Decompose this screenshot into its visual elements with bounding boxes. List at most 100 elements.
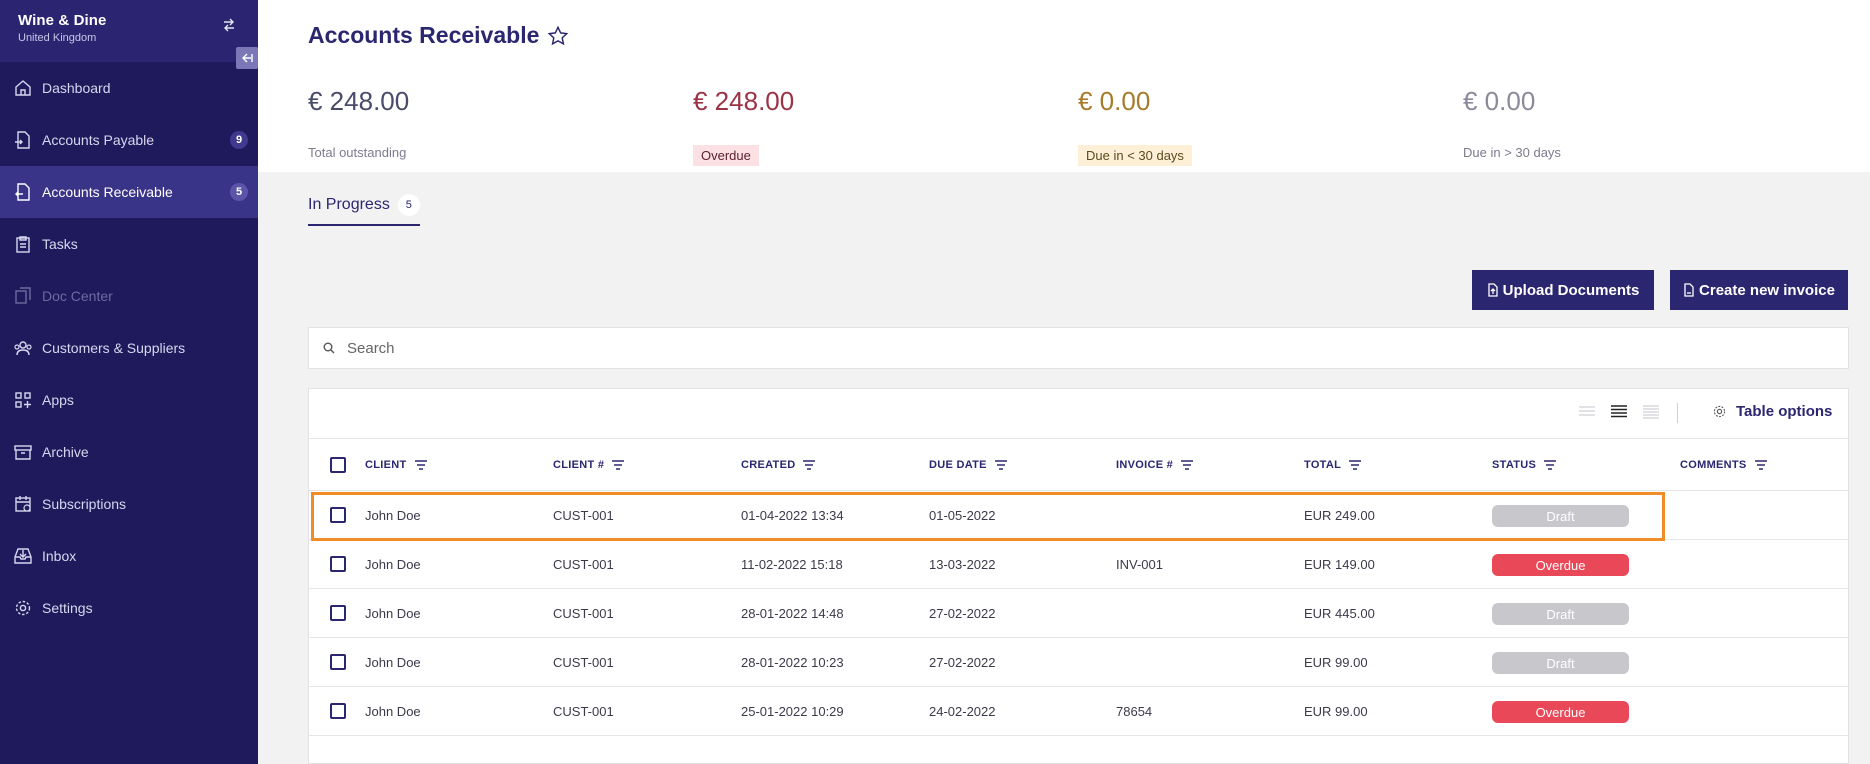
sidebar-item-subscriptions[interactable]: Subscriptions bbox=[0, 478, 258, 530]
kpi-due-under-30-days: € 0.00 Due in < 30 days bbox=[1078, 86, 1192, 166]
density-standard-icon[interactable] bbox=[1611, 405, 1627, 419]
row-checkbox[interactable] bbox=[330, 507, 346, 523]
table-options-label: Table options bbox=[1736, 403, 1833, 420]
density-comfortable-icon[interactable] bbox=[1643, 405, 1659, 419]
sidebar-item-label: Customers & Suppliers bbox=[42, 340, 186, 356]
archive-icon bbox=[14, 443, 32, 461]
client-number-cell: CUST-001 bbox=[553, 704, 614, 719]
sidebar-item-count-badge: 9 bbox=[230, 131, 248, 149]
table-body: John Doe CUST-001 01-04-2022 13:34 01-05-20… bbox=[309, 491, 1848, 736]
invoice-number-cell: INV-001 bbox=[1116, 557, 1163, 572]
created-cell: 28-01-2022 10:23 bbox=[741, 655, 844, 670]
column-header-client[interactable]: CLIENT bbox=[365, 459, 427, 471]
client-cell: John Doe bbox=[365, 655, 421, 670]
table-toolbar: Table options bbox=[309, 389, 1848, 439]
sidebar-item-apps[interactable]: Apps bbox=[0, 374, 258, 426]
select-all-checkbox[interactable] bbox=[330, 457, 346, 473]
column-header-label: CLIENT bbox=[365, 459, 407, 471]
filter-icon[interactable] bbox=[414, 460, 427, 470]
due-date-cell: 01-05-2022 bbox=[929, 508, 996, 523]
due-date-cell: 27-02-2022 bbox=[929, 655, 996, 670]
invoices-table: Table options CLIENT CLIENT # CREATED DUE D… bbox=[308, 388, 1849, 764]
created-cell: 25-01-2022 10:29 bbox=[741, 704, 844, 719]
column-header-invoice-number[interactable]: INVOICE # bbox=[1116, 459, 1194, 471]
row-checkbox[interactable] bbox=[330, 654, 346, 670]
sidebar-item-tasks[interactable]: Tasks bbox=[0, 218, 258, 270]
column-header-due-date[interactable]: DUE DATE bbox=[929, 459, 1007, 471]
total-cell: EUR 99.00 bbox=[1304, 704, 1368, 719]
filter-icon[interactable] bbox=[1754, 460, 1767, 470]
tab-in-progress[interactable]: In Progress 5 bbox=[308, 194, 420, 226]
row-checkbox[interactable] bbox=[330, 556, 346, 572]
row-checkbox[interactable] bbox=[330, 703, 346, 719]
table-row[interactable]: John Doe CUST-001 25-01-2022 10:29 24-02-20… bbox=[309, 687, 1848, 736]
upload-document-icon bbox=[1487, 283, 1499, 297]
kpi-amount: € 0.00 bbox=[1463, 86, 1536, 116]
search-input[interactable] bbox=[347, 339, 1747, 357]
table-row[interactable]: John Doe CUST-001 28-01-2022 14:48 27-02-20… bbox=[309, 589, 1848, 638]
filter-icon[interactable] bbox=[994, 460, 1007, 470]
create-new-invoice-button[interactable]: Create new invoice bbox=[1670, 270, 1848, 310]
column-header-status[interactable]: STATUS bbox=[1492, 459, 1557, 471]
sidebar-item-label: Accounts Payable bbox=[42, 132, 155, 148]
kpi-label: Due in > 30 days bbox=[1463, 145, 1561, 160]
table-row[interactable]: John Doe CUST-001 28-01-2022 10:23 27-02-20… bbox=[309, 638, 1848, 687]
kpi-label: Total outstanding bbox=[308, 145, 407, 160]
filter-icon[interactable] bbox=[1544, 460, 1557, 470]
tabs: In Progress 5 bbox=[308, 194, 420, 226]
column-header-label: TOTAL bbox=[1304, 459, 1342, 471]
apps-icon bbox=[14, 391, 32, 409]
home-icon bbox=[14, 79, 32, 97]
client-number-cell: CUST-001 bbox=[553, 606, 614, 621]
kpi-amount: € 0.00 bbox=[1078, 86, 1151, 116]
table-row[interactable]: John Doe CUST-001 01-04-2022 13:34 01-05-20… bbox=[309, 491, 1848, 540]
sidebar-item-accounts-receivable[interactable]: Accounts Receivable 5 bbox=[0, 166, 258, 218]
company-switcher[interactable]: Wine & Dine United Kingdom bbox=[0, 0, 258, 62]
created-cell: 11-02-2022 15:18 bbox=[741, 557, 843, 572]
column-header-created[interactable]: CREATED bbox=[741, 459, 816, 471]
table-options-button[interactable]: Table options bbox=[1713, 403, 1832, 420]
clipboard-icon bbox=[14, 235, 32, 253]
column-header-client-number[interactable]: CLIENT # bbox=[553, 459, 625, 471]
column-header-comments[interactable]: COMMENTS bbox=[1680, 459, 1767, 471]
column-header-total[interactable]: TOTAL bbox=[1304, 459, 1362, 471]
sidebar-item-label: Settings bbox=[42, 600, 93, 616]
sidebar-item-count-badge: 5 bbox=[230, 183, 248, 201]
switch-company-icon[interactable] bbox=[222, 18, 236, 35]
total-cell: EUR 99.00 bbox=[1304, 655, 1368, 670]
column-header-label: INVOICE # bbox=[1116, 459, 1174, 471]
kpi-total-outstanding: € 248.00 Total outstanding bbox=[308, 86, 409, 162]
status-badge: Draft bbox=[1492, 652, 1629, 674]
sidebar-item-accounts-payable[interactable]: Accounts Payable 9 bbox=[0, 114, 258, 166]
sidebar-item-dashboard[interactable]: Dashboard bbox=[0, 62, 258, 114]
sidebar-item-archive[interactable]: Archive bbox=[0, 426, 258, 478]
filter-icon[interactable] bbox=[1181, 460, 1194, 470]
page-title: Accounts Receivable bbox=[308, 22, 569, 49]
sidebar-item-settings[interactable]: Settings bbox=[0, 582, 258, 634]
upload-documents-label: Upload Documents bbox=[1502, 281, 1640, 299]
filter-icon[interactable] bbox=[612, 460, 625, 470]
status-badge: Overdue bbox=[1492, 701, 1629, 723]
column-header-label: CLIENT # bbox=[553, 459, 605, 471]
column-header-label: COMMENTS bbox=[1680, 459, 1747, 471]
sidebar-item-label: Tasks bbox=[42, 236, 78, 252]
favorite-star-icon[interactable] bbox=[547, 25, 569, 47]
sidebar-item-inbox[interactable]: Inbox bbox=[0, 530, 258, 582]
kpi-due-over-30-days: € 0.00 Due in > 30 days bbox=[1463, 86, 1561, 162]
kpi-label: Due in < 30 days bbox=[1078, 145, 1192, 166]
table-row[interactable]: John Doe CUST-001 11-02-2022 15:18 13-03-20… bbox=[309, 540, 1848, 589]
sidebar-item-customers-suppliers[interactable]: Customers & Suppliers bbox=[0, 322, 258, 374]
due-date-cell: 27-02-2022 bbox=[929, 606, 996, 621]
total-cell: EUR 249.00 bbox=[1304, 508, 1375, 523]
total-cell: EUR 149.00 bbox=[1304, 557, 1375, 572]
density-compact-icon[interactable] bbox=[1579, 405, 1595, 419]
sidebar-item-doc-center: Doc Center bbox=[0, 270, 258, 322]
filter-icon[interactable] bbox=[803, 460, 816, 470]
filter-icon[interactable] bbox=[1349, 460, 1362, 470]
people-icon bbox=[14, 339, 32, 357]
column-header-label: DUE DATE bbox=[929, 459, 987, 471]
upload-documents-button[interactable]: Upload Documents bbox=[1472, 270, 1654, 310]
inbox-icon bbox=[14, 547, 32, 565]
status-badge: Overdue bbox=[1492, 554, 1629, 576]
row-checkbox[interactable] bbox=[330, 605, 346, 621]
